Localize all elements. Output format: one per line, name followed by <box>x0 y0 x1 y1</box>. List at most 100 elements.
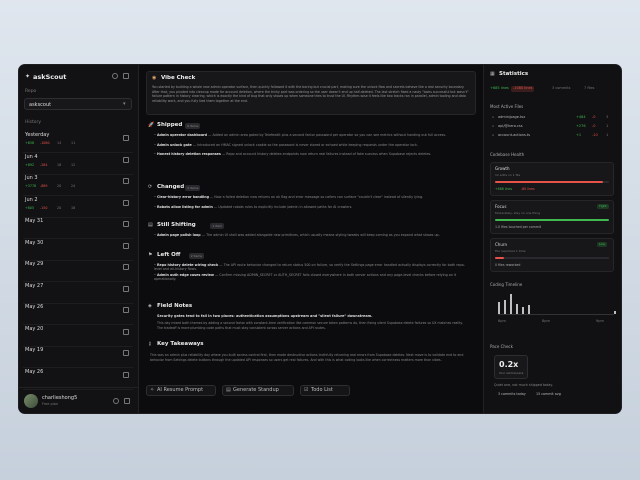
health-label: Churn <box>495 242 507 247</box>
layers-icon: ▤ <box>148 222 153 228</box>
file-name: admin/page.tsx <box>498 115 526 119</box>
history-item[interactable]: May 30 <box>23 239 133 261</box>
health-tag: Low <box>597 242 607 247</box>
file-removed: -0 <box>592 124 596 128</box>
history-open-icon[interactable] <box>123 178 129 184</box>
history-open-icon[interactable] <box>123 199 129 206</box>
history-open-icon[interactable] <box>123 350 129 356</box>
history-open-icon[interactable] <box>123 264 129 270</box>
history-item[interactable]: May 27 <box>23 282 133 304</box>
repo-select[interactable]: askscout ▾ <box>24 98 132 110</box>
history-item[interactable]: May 29 <box>23 260 133 282</box>
history-removed: -284 <box>40 162 48 167</box>
timeline-tick-label: 6pm <box>498 319 506 323</box>
section-title: Shipped <box>157 122 183 128</box>
health-sub: Moderately, stay on one thing <box>495 211 541 215</box>
settings-gear-icon[interactable] <box>113 398 119 404</box>
health-bar-fill <box>495 257 505 259</box>
timeline-bar <box>614 311 616 314</box>
coding-timeline-chart <box>498 293 616 315</box>
history-open-icon[interactable] <box>123 156 129 163</box>
user-profile[interactable]: charlieshong5 Free plan <box>19 387 139 413</box>
history-item[interactable]: Jun 3 +3778 -889 20 24 <box>23 174 133 196</box>
pace-commits-today: 3 commits today <box>498 392 526 396</box>
item-desc: Introduced an HMAC signed unlock cookie … <box>197 142 418 147</box>
vibe-check-title: Vibe Check <box>161 75 196 81</box>
app-title: askScout <box>33 73 67 81</box>
history-open-icon[interactable] <box>123 221 129 227</box>
history-item[interactable]: May 31 <box>23 217 133 239</box>
history-item[interactable]: Jun 2 +805 -150 20 18 <box>23 196 133 218</box>
health-left-value: 1.0 files touched per commit <box>495 225 541 229</box>
health-bar-fill <box>495 219 609 221</box>
history-removed: -1080 <box>40 141 50 145</box>
pace-value: 0.2x <box>499 360 519 369</box>
history-commits: 12 <box>71 162 76 167</box>
generate-standup-button[interactable]: ▤ Generate Standup <box>222 385 294 396</box>
history-commits: 11 <box>71 141 76 145</box>
health-bar-track <box>495 219 609 221</box>
pace-commit-avg: 15 commit avg <box>536 392 561 396</box>
history-item[interactable]: Jun 4 +892 -284 18 12 <box>23 153 133 175</box>
sidebar: ✦ askScout Repo askscout ▾ History Yeste… <box>19 65 139 413</box>
history-open-icon[interactable] <box>123 242 129 249</box>
file-added: +276 <box>576 124 586 128</box>
logout-icon[interactable] <box>124 398 130 404</box>
history-open-icon[interactable] <box>123 328 129 335</box>
timeline-bar <box>498 302 500 314</box>
history-date: May 20 <box>25 325 44 332</box>
timeline-bar <box>522 307 524 314</box>
pace-label: Your normal pace <box>499 371 524 375</box>
history-files: 20 <box>57 184 62 188</box>
statistics-panel: ▦ Statistics +685 lines -1080 lines 3 co… <box>483 65 621 413</box>
item-desc: Updated robots rules to explicitly inclu… <box>218 204 353 209</box>
item-name: Robots allow listing for admin <box>157 204 213 209</box>
report-panel: ◉ Vibe Check You started by building a w… <box>140 65 483 413</box>
user-plan: Free plan <box>42 402 59 406</box>
health-label: Growth <box>495 166 510 171</box>
health-card: Churn Low File reworked 1 time 0 files rewo… <box>490 238 614 272</box>
history-label: History <box>25 120 42 125</box>
history-open-icon[interactable] <box>123 285 129 292</box>
health-bar-track <box>495 257 609 259</box>
history-date: Jun 2 <box>25 196 38 203</box>
file-count: 3 <box>606 115 609 119</box>
refresh-icon[interactable] <box>112 73 118 79</box>
sidebar-toggle-icon[interactable] <box>123 73 129 79</box>
timeline-bar <box>528 305 530 314</box>
vibe-check-card: ◉ Vibe Check You started by building a w… <box>146 71 476 115</box>
item-name: Admin page polish loop <box>157 233 201 237</box>
section-title: Left Off <box>157 252 181 258</box>
history-date: May 29 <box>25 261 44 267</box>
history-item[interactable]: May 26 <box>23 303 133 325</box>
history-open-icon[interactable] <box>123 371 129 378</box>
item-desc: Now a failed deletion now returns an ok … <box>214 195 424 199</box>
key-takeaways-text: This was an admin plus reliability day w… <box>150 353 464 362</box>
history-date: Yesterday <box>25 132 50 138</box>
field-notes-icon: ◈ <box>148 303 152 309</box>
timeline-bar <box>516 304 518 314</box>
section-title: Changed <box>157 184 185 190</box>
list-item: • Admin page polish loop — The admin UI … <box>154 233 472 242</box>
history-date: May 30 <box>25 239 44 246</box>
health-left-value: +686 lines <box>495 187 513 191</box>
history-open-icon[interactable] <box>123 307 129 313</box>
history-item[interactable]: May 20 <box>23 325 133 347</box>
list-item: • Clear-history error handling — Now a f… <box>154 195 472 204</box>
pace-note: Quiet one, not much shipped today. <box>494 383 553 387</box>
history-commits: 24 <box>71 184 76 188</box>
app-logo-icon: ✦ <box>25 73 31 80</box>
todo-list-button[interactable]: ☑ Todo List <box>300 385 350 396</box>
history-date: May 26 <box>25 368 44 375</box>
history-added: +658 <box>25 141 35 145</box>
document-icon: ▤ <box>226 387 231 393</box>
key-takeaways-title: Key Takeaways <box>157 341 204 347</box>
history-date: Jun 3 <box>25 175 38 181</box>
ai-resume-prompt-button[interactable]: ✧ AI Resume Prompt <box>146 385 216 396</box>
vibe-check-text: You started by building a whole new admi… <box>152 85 469 103</box>
history-item[interactable]: May 19 <box>23 346 133 368</box>
history-open-icon[interactable] <box>123 135 129 141</box>
timeline-bar <box>510 294 512 314</box>
history-item[interactable]: Yesterday +658 -1080 14 11 <box>23 131 133 153</box>
health-bar-fill <box>495 181 604 183</box>
